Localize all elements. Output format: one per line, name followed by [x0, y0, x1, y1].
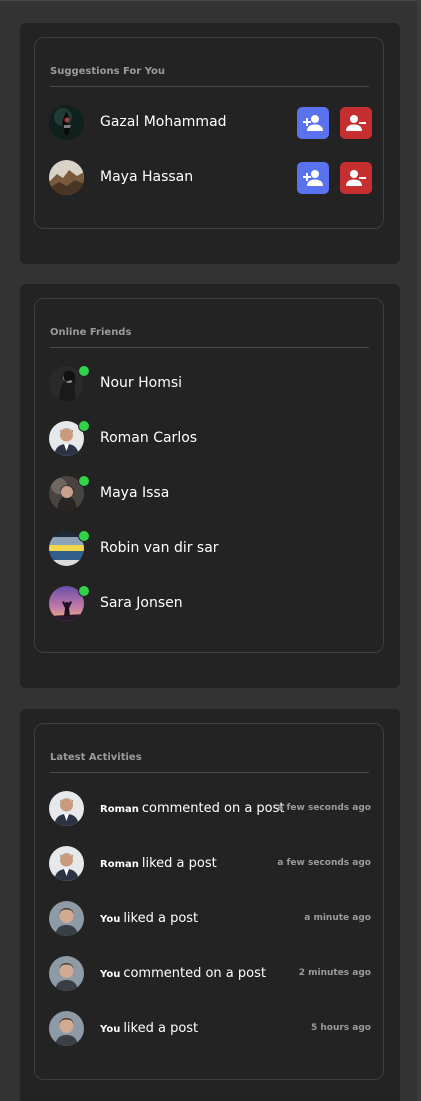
- online-friend-item[interactable]: Maya Issa: [49, 475, 371, 512]
- activities-section: Latest Activities Roman commented on a po…: [20, 709, 400, 1101]
- top-divider: [0, 0, 421, 1]
- activity-text: Roman commented on a post: [100, 801, 285, 816]
- online-friend-item[interactable]: Robin van dir sar: [49, 530, 371, 567]
- avatar[interactable]: [49, 105, 84, 140]
- suggestions-title: Suggestions For You: [50, 66, 166, 77]
- online-friends-divider: [50, 347, 369, 348]
- activity-user: You: [100, 969, 121, 980]
- activity-user: You: [100, 914, 121, 925]
- activity-action: commented on a post: [123, 966, 266, 981]
- activity-text: Roman liked a post: [100, 856, 217, 871]
- activities-divider: [50, 772, 369, 773]
- avatar: [49, 846, 84, 881]
- suggestion-item: Maya Hassan: [49, 160, 372, 196]
- activities-card: Latest Activities Roman commented on a po…: [34, 723, 384, 1080]
- person-remove-icon: [346, 170, 366, 186]
- friend-name: Sara Jonsen: [100, 595, 183, 611]
- online-status-dot: [78, 475, 90, 487]
- avatar[interactable]: [49, 160, 84, 195]
- remove-suggestion-button[interactable]: [340, 107, 372, 139]
- online-friend-item[interactable]: Sara Jonsen: [49, 585, 371, 622]
- friend-name: Nour Homsi: [100, 375, 183, 391]
- activity-time: a minute ago: [304, 913, 371, 923]
- online-friend-item[interactable]: Roman Carlos: [49, 420, 371, 457]
- online-friend-item[interactable]: Nour Homsi: [49, 365, 371, 402]
- activity-item[interactable]: You commented on a post 2 minutes ago: [49, 956, 371, 992]
- activity-item[interactable]: You liked a post a minute ago: [49, 901, 371, 937]
- online-friends-title: Online Friends: [50, 327, 132, 338]
- activity-item[interactable]: You liked a post 5 hours ago: [49, 1011, 371, 1047]
- activity-time: 2 minutes ago: [298, 968, 371, 978]
- activity-item[interactable]: Roman liked a post a few seconds ago: [49, 846, 371, 882]
- suggestion-name[interactable]: Maya Hassan: [100, 169, 193, 185]
- activity-time: a few seconds ago: [277, 803, 371, 813]
- person-add-icon: [303, 170, 323, 186]
- person-add-icon: [303, 115, 323, 131]
- activity-text: You liked a post: [100, 1021, 198, 1036]
- activity-item[interactable]: Roman commented on a post a few seconds a…: [49, 791, 371, 827]
- add-friend-button[interactable]: [297, 162, 329, 194]
- online-friends-section: Online Friends Nour Homsi Roman Carlos M…: [20, 284, 400, 688]
- add-friend-button[interactable]: [297, 107, 329, 139]
- avatar: [49, 901, 84, 936]
- suggestion-name[interactable]: Gazal Mohammad: [100, 114, 227, 130]
- online-status-dot: [78, 585, 90, 597]
- activity-time: 5 hours ago: [310, 1023, 371, 1033]
- online-friends-card: Online Friends Nour Homsi Roman Carlos M…: [34, 298, 384, 653]
- activity-user: Roman: [100, 804, 139, 815]
- rightbar: Suggestions For You Gazal Mohammad Maya …: [0, 0, 421, 1101]
- avatar: [49, 1011, 84, 1046]
- friend-name: Roman Carlos: [100, 430, 198, 446]
- scroll-edge: [417, 0, 421, 1101]
- avatar: [49, 791, 84, 826]
- activity-action: liked a post: [141, 856, 217, 871]
- online-status-dot: [78, 365, 90, 377]
- activity-text: You liked a post: [100, 911, 198, 926]
- activity-action: liked a post: [123, 911, 199, 926]
- activity-action: liked a post: [123, 1021, 199, 1036]
- suggestions-divider: [50, 86, 369, 87]
- friend-name: Robin van dir sar: [100, 540, 219, 556]
- remove-suggestion-button[interactable]: [340, 162, 372, 194]
- activities-title: Latest Activities: [50, 752, 142, 763]
- activity-action: commented on a post: [141, 801, 285, 816]
- suggestion-item: Gazal Mohammad: [49, 105, 372, 141]
- activity-user: You: [100, 1024, 121, 1035]
- suggestions-section: Suggestions For You Gazal Mohammad Maya …: [20, 23, 400, 264]
- avatar: [49, 956, 84, 991]
- online-status-dot: [78, 530, 90, 542]
- activity-time: a few seconds ago: [277, 858, 371, 868]
- online-status-dot: [78, 420, 90, 432]
- suggestions-card: Suggestions For You Gazal Mohammad Maya …: [34, 37, 384, 229]
- activity-text: You commented on a post: [100, 966, 266, 981]
- activity-user: Roman: [100, 859, 139, 870]
- friend-name: Maya Issa: [100, 485, 170, 501]
- person-remove-icon: [346, 115, 366, 131]
